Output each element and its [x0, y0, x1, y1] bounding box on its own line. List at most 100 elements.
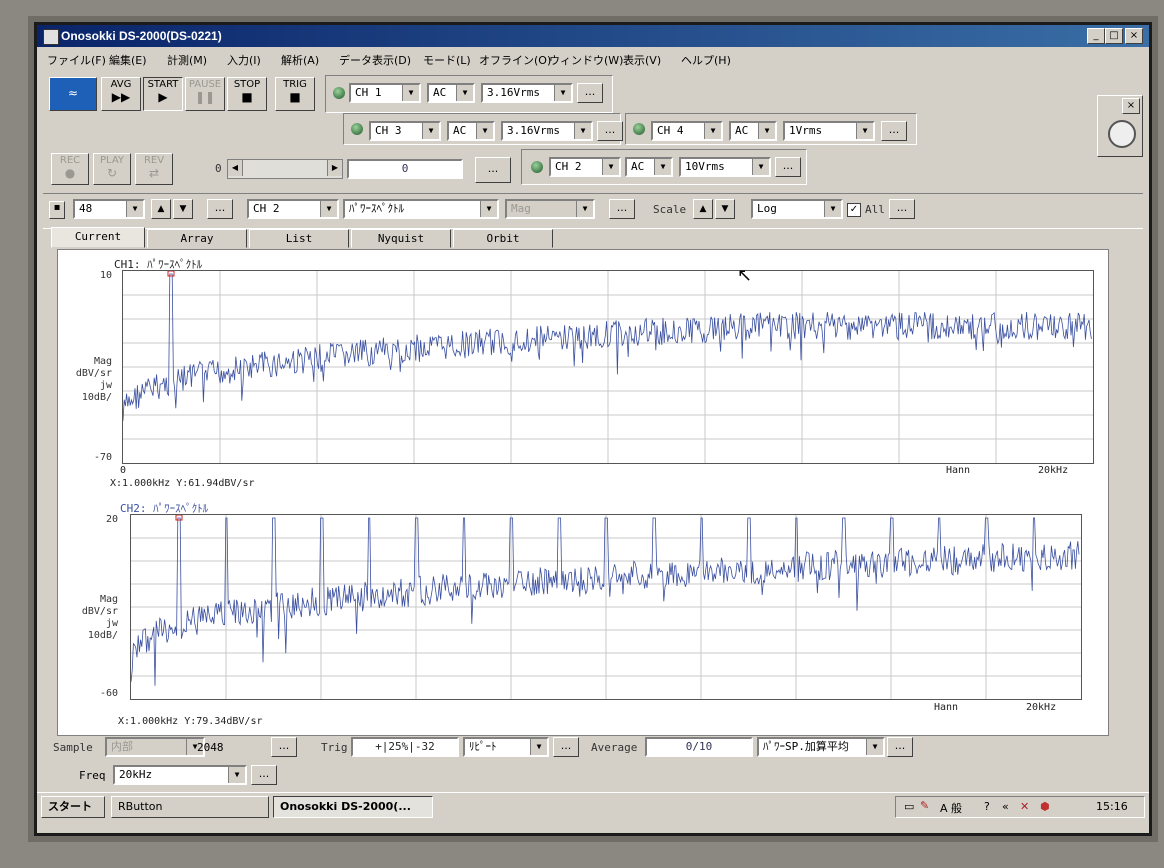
ch1-plot[interactable] — [122, 270, 1094, 464]
bottom-controls: Sample 内部 ▼ 2048 ... Trig +|25%|-32 ﾘﾋﾟｰﾄ… — [37, 735, 1149, 791]
menu-input[interactable]: 入力(I) — [227, 52, 261, 68]
down-arrow-button[interactable]: ▼ — [173, 199, 193, 219]
tab-array[interactable]: Array — [147, 229, 247, 248]
avg-button[interactable]: AVG ▶▶ — [101, 77, 141, 111]
menu-window[interactable]: ウィンドウ(W) — [549, 52, 623, 68]
slider-right-arrow-icon[interactable]: ▶ — [327, 160, 342, 176]
tab-nyquist[interactable]: Nyquist — [351, 229, 451, 248]
ch2-more-button[interactable]: ... — [775, 157, 801, 177]
tray-help-icon[interactable]: ? — [984, 800, 990, 813]
save-icon[interactable]: ▪ — [49, 201, 65, 219]
menu-offline[interactable]: オフライン(O) — [479, 52, 551, 68]
side-panel-close-icon[interactable]: × — [1122, 98, 1140, 114]
ch1-yunit-jw: jw — [99, 380, 112, 391]
minimize-button[interactable]: _ — [1087, 28, 1105, 44]
average-mode-select[interactable]: ﾊﾟﾜｰSP.加算平均 ▼ — [757, 737, 885, 757]
tab-current[interactable]: Current — [51, 227, 145, 248]
ch4-channel-select[interactable]: CH 4 ▼ — [651, 121, 723, 141]
playback-position-label: 0 — [215, 162, 222, 175]
pause-button[interactable]: PAUSE ❚❚ — [185, 77, 225, 111]
ch1-more-button[interactable]: ... — [577, 83, 603, 103]
sample-source-select[interactable]: 内部 ▼ — [105, 737, 205, 757]
ch2-plot[interactable] — [130, 514, 1082, 700]
playback-slider[interactable]: ◀ ▶ — [227, 159, 343, 179]
tray-ime-icon[interactable]: ✎ — [920, 799, 929, 812]
trig-more-button[interactable]: ... — [553, 737, 579, 757]
rev-button[interactable]: REV ⇄ — [135, 153, 173, 185]
ch4-coupling-select[interactable]: AC ▼ — [729, 121, 777, 141]
start-button[interactable]: START ▶ — [143, 77, 183, 111]
slider-left-arrow-icon[interactable]: ◀ — [228, 160, 243, 176]
view-mag-select[interactable]: Mag ▼ — [505, 199, 595, 219]
menu-edit[interactable]: 編集(E) — [109, 52, 147, 68]
stop-button[interactable]: STOP ■ — [227, 77, 267, 111]
average-label: Average — [591, 741, 638, 754]
all-checkbox[interactable]: ✓ — [847, 203, 861, 217]
trig-button[interactable]: TRIG ■ — [275, 77, 315, 111]
ch1-channel-select[interactable]: CH 1 ▼ — [349, 83, 421, 103]
tray-chevron-icon[interactable]: « — [1002, 800, 1009, 813]
ch1-coupling-select[interactable]: AC ▼ — [427, 83, 475, 103]
ch3-range-select[interactable]: 3.16Vrms ▼ — [501, 121, 593, 141]
view-more-button[interactable]: ... — [207, 199, 233, 219]
mouse-icon[interactable] — [1108, 120, 1136, 148]
menu-file[interactable]: ファイル(F) — [47, 52, 106, 68]
menu-view[interactable]: 表示(V) — [623, 52, 661, 68]
view-number-select[interactable]: 48 ▼ — [73, 199, 145, 219]
freq-select[interactable]: 20kHz ▼ — [113, 765, 247, 785]
tab-orbit[interactable]: Orbit — [453, 229, 553, 248]
play-button[interactable]: PLAY ↻ — [93, 153, 131, 185]
scale-select[interactable]: Log ▼ — [751, 199, 843, 219]
ch3-channel-select[interactable]: CH 3 ▼ — [369, 121, 441, 141]
view-function-select[interactable]: ﾊﾟﾜｰｽﾍﾟｸﾄﾙ ▼ — [343, 199, 499, 219]
freq-more-button[interactable]: ... — [251, 765, 277, 785]
ch1-range-select[interactable]: 3.16Vrms ▼ — [481, 83, 573, 103]
ch1-cursor-readout: X:1.000kHz Y:61.94dBV/sr — [110, 478, 255, 489]
ch1-yunit-div: 10dB/ — [81, 392, 112, 403]
tray-network-icon[interactable]: ✕ — [1020, 800, 1029, 813]
average-value: 0/10 — [645, 737, 753, 757]
menu-analysis[interactable]: 解析(A) — [281, 52, 319, 68]
ch2-coupling-select[interactable]: AC ▼ — [625, 157, 673, 177]
tray-ime-mode[interactable]: A 般 — [940, 800, 962, 816]
playback-more-button[interactable]: ... — [475, 157, 511, 183]
dropdown-arrow-icon: ▼ — [126, 201, 143, 217]
scale-up-button[interactable]: ▲ — [693, 199, 713, 219]
start-button[interactable]: スタート — [41, 796, 105, 818]
dropdown-arrow-icon: ▼ — [480, 201, 497, 217]
view-function-more-button[interactable]: ... — [609, 199, 635, 219]
ch2-channel-select[interactable]: CH 2 ▼ — [549, 157, 621, 177]
tab-list[interactable]: List — [249, 229, 349, 248]
maximize-button[interactable]: □ — [1105, 28, 1123, 44]
ch3-coupling-select[interactable]: AC ▼ — [447, 121, 495, 141]
sample-more-button[interactable]: ... — [271, 737, 297, 757]
rec-button[interactable]: REC ● — [51, 153, 89, 185]
scale-more-button[interactable]: ... — [889, 199, 915, 219]
ch1-xstart: 0 — [120, 465, 127, 476]
ch2-range-select[interactable]: 10Vrms ▼ — [679, 157, 771, 177]
ch4-more-button[interactable]: ... — [881, 121, 907, 141]
taskbar-item-ds2000[interactable]: Onosokki DS-2000(... — [273, 796, 433, 818]
close-button[interactable]: × — [1125, 28, 1143, 44]
scale-down-button[interactable]: ▼ — [715, 199, 735, 219]
taskbar-item-rbutton[interactable]: RButton — [111, 796, 269, 818]
up-arrow-button[interactable]: ▲ — [151, 199, 171, 219]
trig-value: +|25%|-32 — [351, 737, 459, 757]
ch1-window-label: Hann — [946, 465, 971, 476]
menu-measure[interactable]: 計測(M) — [167, 52, 207, 68]
menu-help[interactable]: ヘルプ(H) — [681, 52, 731, 68]
tray-shield-icon[interactable]: ⬢ — [1040, 800, 1050, 813]
menu-mode[interactable]: モード(L) — [423, 52, 471, 68]
trig-mode-select[interactable]: ﾘﾋﾟｰﾄ ▼ — [463, 737, 549, 757]
title-bar: Onosokki DS-2000(DS-0221) _ □ × — [37, 25, 1149, 47]
ch4-status-led — [633, 123, 645, 135]
ch3-more-button[interactable]: ... — [597, 121, 623, 141]
monitor-icon-button[interactable]: ≈ — [49, 77, 97, 111]
average-more-button[interactable]: ... — [887, 737, 913, 757]
tray-keyboard-icon[interactable]: ▭ — [904, 800, 914, 813]
view-channel-select[interactable]: CH 2 ▼ — [247, 199, 339, 219]
ch4-range-select[interactable]: 1Vrms ▼ — [783, 121, 875, 141]
ch2-xend: 20kHz — [1026, 702, 1057, 713]
menu-data-display[interactable]: データ表示(D) — [339, 52, 411, 68]
mouse-cursor-icon: ↖ — [737, 265, 753, 286]
